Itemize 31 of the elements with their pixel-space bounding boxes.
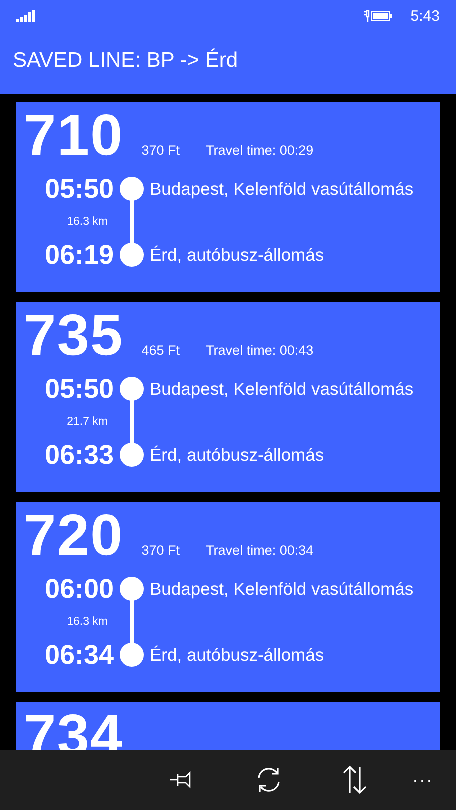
arrival-stop: Érd, autóbusz-állomás [150,644,326,666]
arrival-time: 06:33 [44,439,114,471]
distance: 21.7 km [66,416,109,428]
distance: 16.3 km [66,616,109,628]
line-number: 710 [24,106,124,166]
arrival-stop: Érd, autóbusz-állomás [150,444,326,466]
departure-stop: Budapest, Kelenföld vasútállomás [150,378,415,400]
arrival-stop: Érd, autóbusz-állomás [150,244,326,266]
up-down-arrows-icon [343,765,367,795]
arrival-time: 06:19 [44,239,114,271]
travel-time: Travel time: 00:34 [206,543,314,558]
battery-charging-icon [362,9,393,23]
travel-time: Travel time: 00:29 [206,143,314,158]
signal-icon [16,10,35,22]
departure-time: 05:50 [44,373,114,405]
distance: 16.3 km [66,216,109,228]
departure-stop: Budapest, Kelenföld vasútállomás [150,578,415,600]
departure-stop: Budapest, Kelenföld vasútállomás [150,178,415,200]
more-button[interactable]: ··· [398,760,448,800]
arrival-time: 06:34 [44,639,114,671]
departure-time: 05:50 [44,173,114,205]
ticket-price: 370 Ft [142,543,180,558]
line-number: 735 [24,306,124,366]
departure-time: 06:00 [44,573,114,605]
refresh-icon [255,766,283,794]
ticket-price: 465 Ft [142,343,180,358]
clock-time: 5:43 [410,8,440,24]
ticket-price: 370 Ft [142,143,180,158]
travel-time: Travel time: 00:43 [206,343,314,358]
page-title: SAVED LINE: BP -> Érd [13,49,238,73]
line-number: 720 [24,506,124,566]
